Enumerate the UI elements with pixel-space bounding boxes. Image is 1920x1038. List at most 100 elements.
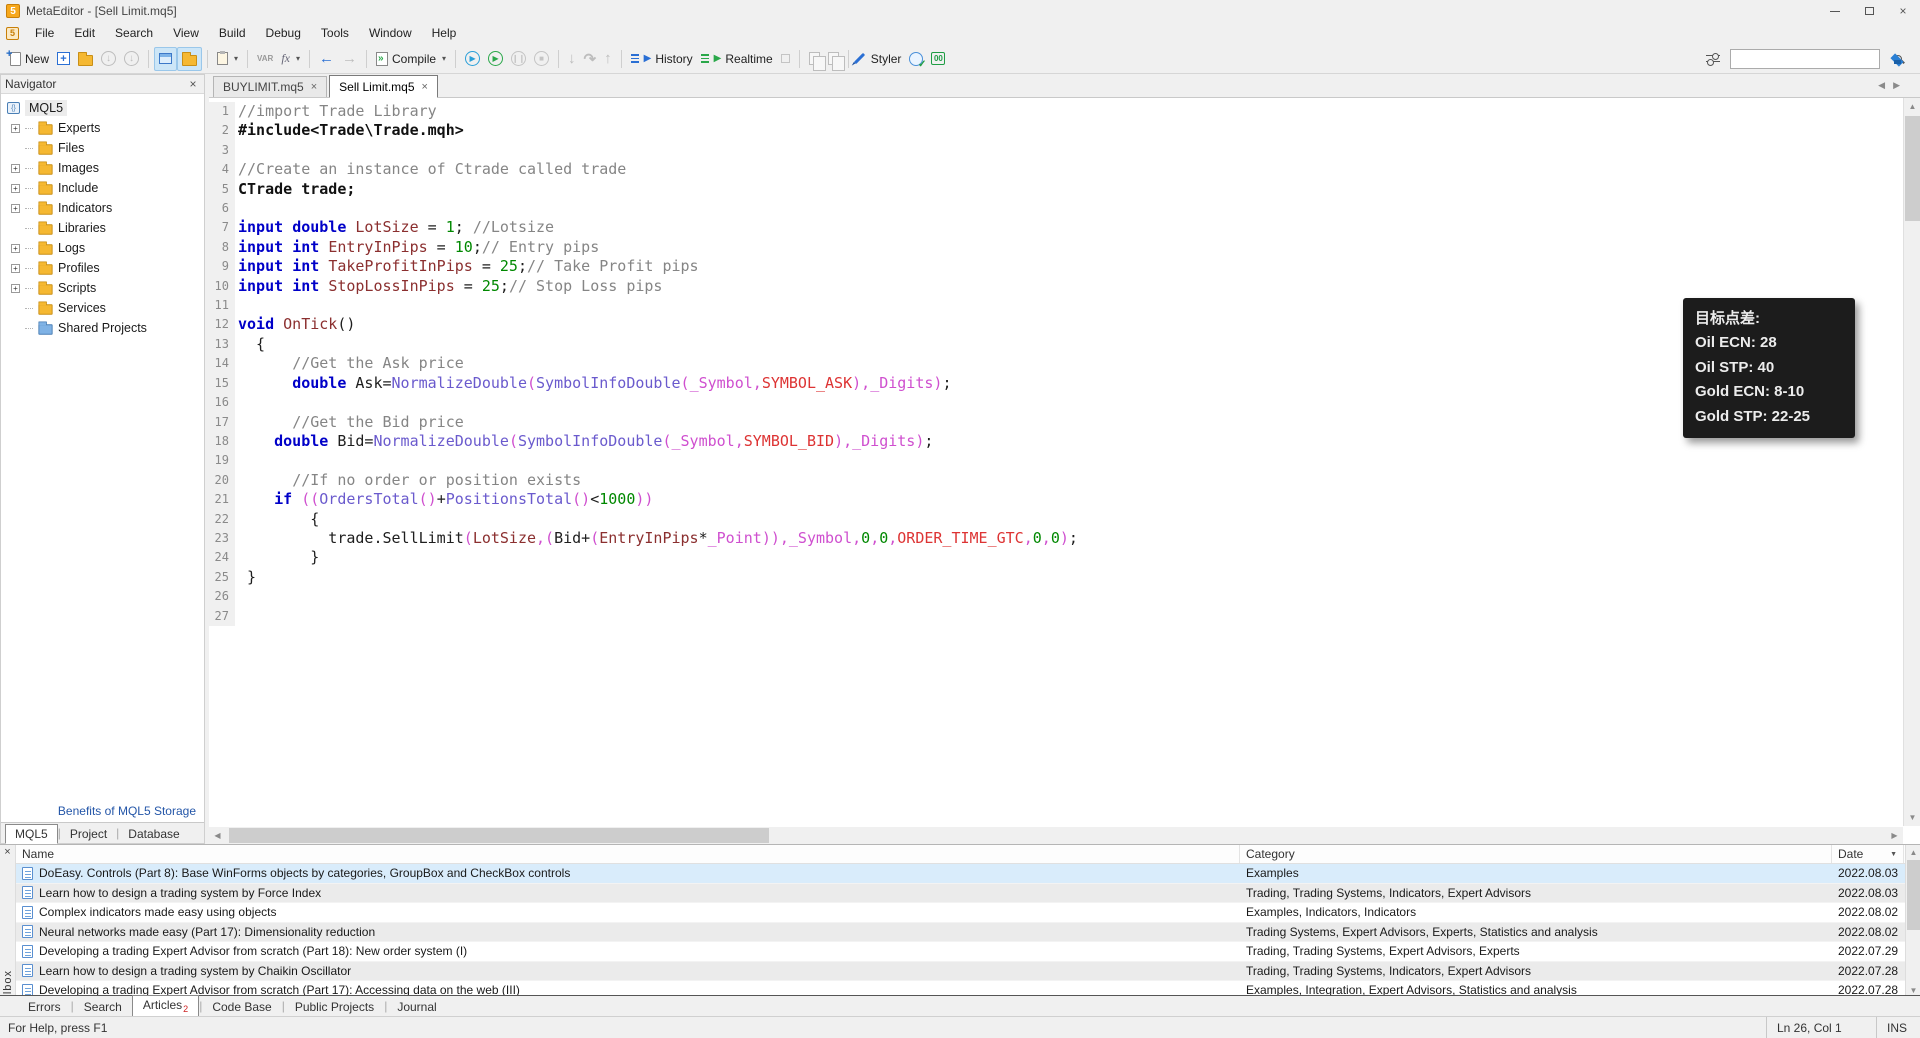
- navigator-tab-mql5[interactable]: MQL5: [5, 824, 58, 844]
- scroll-down-icon[interactable]: ▼: [1904, 809, 1920, 826]
- table-row[interactable]: Learn how to design a trading system by …: [16, 884, 1905, 904]
- table-row[interactable]: DoEasy. Controls (Part 8): Base WinForms…: [16, 864, 1905, 884]
- menu-item-window[interactable]: Window: [359, 23, 422, 43]
- table-row[interactable]: Complex indicators made easy using objec…: [16, 903, 1905, 923]
- navigator-close-icon[interactable]: ×: [186, 77, 200, 91]
- expand-icon[interactable]: +: [11, 164, 20, 173]
- save-all-button[interactable]: ↓: [120, 47, 143, 71]
- snippet-button[interactable]: [824, 47, 843, 71]
- menu-item-edit[interactable]: Edit: [64, 23, 105, 43]
- menu-item-view[interactable]: View: [163, 23, 209, 43]
- publish-button[interactable]: [905, 47, 927, 71]
- tree-item-images[interactable]: +Images: [1, 158, 204, 178]
- styler-button[interactable]: Styler: [854, 47, 906, 71]
- navigator-tab-database[interactable]: Database: [119, 825, 188, 843]
- table-row[interactable]: Developing a trading Expert Advisor from…: [16, 942, 1905, 962]
- toolbox-tab-public-projects[interactable]: Public Projects: [285, 998, 384, 1016]
- toolbox-close-icon[interactable]: ×: [0, 846, 15, 858]
- column-header-category[interactable]: Category: [1240, 845, 1832, 863]
- metaquotes-id-button[interactable]: 00: [927, 47, 949, 71]
- navigate-forward-button[interactable]: →: [338, 47, 361, 71]
- realtime-data-button[interactable]: ▶ Realtime: [697, 47, 777, 71]
- expand-icon[interactable]: +: [11, 284, 20, 293]
- editor-horizontal-scrollbar[interactable]: ◀ ▶: [209, 827, 1903, 844]
- save-button[interactable]: ↓: [97, 47, 120, 71]
- scrollbar-thumb[interactable]: [1905, 116, 1920, 221]
- tree-item-libraries[interactable]: Libraries: [1, 218, 204, 238]
- code-editor[interactable]: 1//import Trade Library2#include<Trade\T…: [209, 98, 1903, 826]
- scroll-up-icon[interactable]: ▲: [1906, 845, 1920, 859]
- expand-icon[interactable]: +: [11, 264, 20, 273]
- table-row[interactable]: Neural networks made easy (Part 17): Dim…: [16, 923, 1905, 943]
- tree-item-include[interactable]: +Include: [1, 178, 204, 198]
- help-education-button[interactable]: [1886, 47, 1910, 71]
- compile-button[interactable]: Compile ▾: [372, 47, 450, 71]
- menu-item-tools[interactable]: Tools: [311, 23, 359, 43]
- search-options-button[interactable]: [1702, 47, 1724, 71]
- insert-function-button[interactable]: fx ▾: [277, 47, 304, 71]
- step-over-button[interactable]: ↷: [580, 47, 601, 71]
- menu-item-file[interactable]: File: [25, 23, 64, 43]
- scrollbar-thumb[interactable]: [1907, 860, 1920, 930]
- scroll-left-icon[interactable]: ◀: [209, 827, 226, 844]
- stop-testing-button[interactable]: [777, 47, 794, 71]
- compile-dropdown-icon[interactable]: ▾: [442, 54, 446, 63]
- stop-debug-button[interactable]: ■: [530, 47, 553, 71]
- start-profiling-button[interactable]: ▶: [484, 47, 507, 71]
- scrollbar-thumb[interactable]: [229, 828, 769, 843]
- toggle-toolbox-button[interactable]: [177, 47, 202, 71]
- tab-scroll-left-icon[interactable]: ◀: [1878, 80, 1885, 91]
- tree-item-indicators[interactable]: +Indicators: [1, 198, 204, 218]
- column-header-name[interactable]: Name: [16, 845, 1240, 863]
- tree-item-services[interactable]: Services: [1, 298, 204, 318]
- scroll-right-icon[interactable]: ▶: [1886, 827, 1903, 844]
- menu-item-help[interactable]: Help: [422, 23, 467, 43]
- table-row[interactable]: Learn how to design a trading system by …: [16, 962, 1905, 982]
- expand-icon[interactable]: +: [11, 124, 20, 133]
- step-into-button[interactable]: ↓: [564, 47, 580, 71]
- document-window-icon[interactable]: 5: [6, 27, 19, 40]
- scroll-up-icon[interactable]: ▲: [1904, 98, 1920, 115]
- step-out-button[interactable]: ↑: [600, 47, 616, 71]
- paste-button[interactable]: ▾: [213, 47, 242, 71]
- menu-item-debug[interactable]: Debug: [256, 23, 311, 43]
- tab-scroll-right-icon[interactable]: ▶: [1893, 80, 1900, 91]
- toggle-navigator-button[interactable]: [154, 47, 177, 71]
- mql5-storage-link[interactable]: Benefits of MQL5 Storage: [1, 801, 204, 822]
- menu-item-build[interactable]: Build: [209, 23, 256, 43]
- navigator-tab-project[interactable]: Project: [61, 825, 116, 843]
- tree-item-profiles[interactable]: +Profiles: [1, 258, 204, 278]
- expand-icon[interactable]: +: [11, 244, 20, 253]
- toolbox-tab-errors[interactable]: Errors: [18, 998, 71, 1016]
- tree-item-experts[interactable]: +Experts: [1, 118, 204, 138]
- tree-item-shared-projects[interactable]: Shared Projects: [1, 318, 204, 338]
- insert-variable-button[interactable]: VAR: [253, 47, 277, 71]
- tree-item-files[interactable]: Files: [1, 138, 204, 158]
- fx-dropdown-icon[interactable]: ▾: [296, 54, 300, 63]
- menu-item-search[interactable]: Search: [105, 23, 163, 43]
- minimize-button[interactable]: [1818, 0, 1852, 22]
- copy-button[interactable]: [805, 47, 824, 71]
- open-file-button[interactable]: [74, 47, 97, 71]
- expand-icon[interactable]: +: [11, 204, 20, 213]
- toolbox-tab-search[interactable]: Search: [74, 998, 132, 1016]
- toolbox-vertical-scrollbar[interactable]: ▲ ▼: [1905, 845, 1920, 997]
- paste-dropdown-icon[interactable]: ▾: [234, 54, 238, 63]
- column-header-date[interactable]: Date ▼: [1832, 845, 1904, 863]
- navigate-back-button[interactable]: ←: [315, 47, 338, 71]
- pause-debug-button[interactable]: ❙❙: [507, 47, 530, 71]
- new-window-button[interactable]: +: [53, 47, 74, 71]
- new-file-button[interactable]: + New: [6, 47, 53, 71]
- history-data-button[interactable]: ▶ History: [627, 47, 697, 71]
- toolbox-tab-journal[interactable]: Journal: [387, 998, 446, 1016]
- editor-tab-buylimit-mq5[interactable]: BUYLIMIT.mq5×: [213, 76, 327, 97]
- tree-item-mql5-root[interactable]: {} MQL5: [1, 98, 204, 118]
- search-input[interactable]: [1731, 51, 1894, 67]
- toolbox-tab-code-base[interactable]: Code Base: [202, 998, 281, 1016]
- tab-close-icon[interactable]: ×: [311, 81, 317, 93]
- tab-close-icon[interactable]: ×: [422, 81, 428, 93]
- editor-tab-sell-limit-mq5[interactable]: Sell Limit.mq5×: [329, 75, 438, 98]
- tree-item-logs[interactable]: +Logs: [1, 238, 204, 258]
- toolbox-tab-articles[interactable]: Articles2: [132, 995, 199, 1017]
- expand-icon[interactable]: +: [11, 184, 20, 193]
